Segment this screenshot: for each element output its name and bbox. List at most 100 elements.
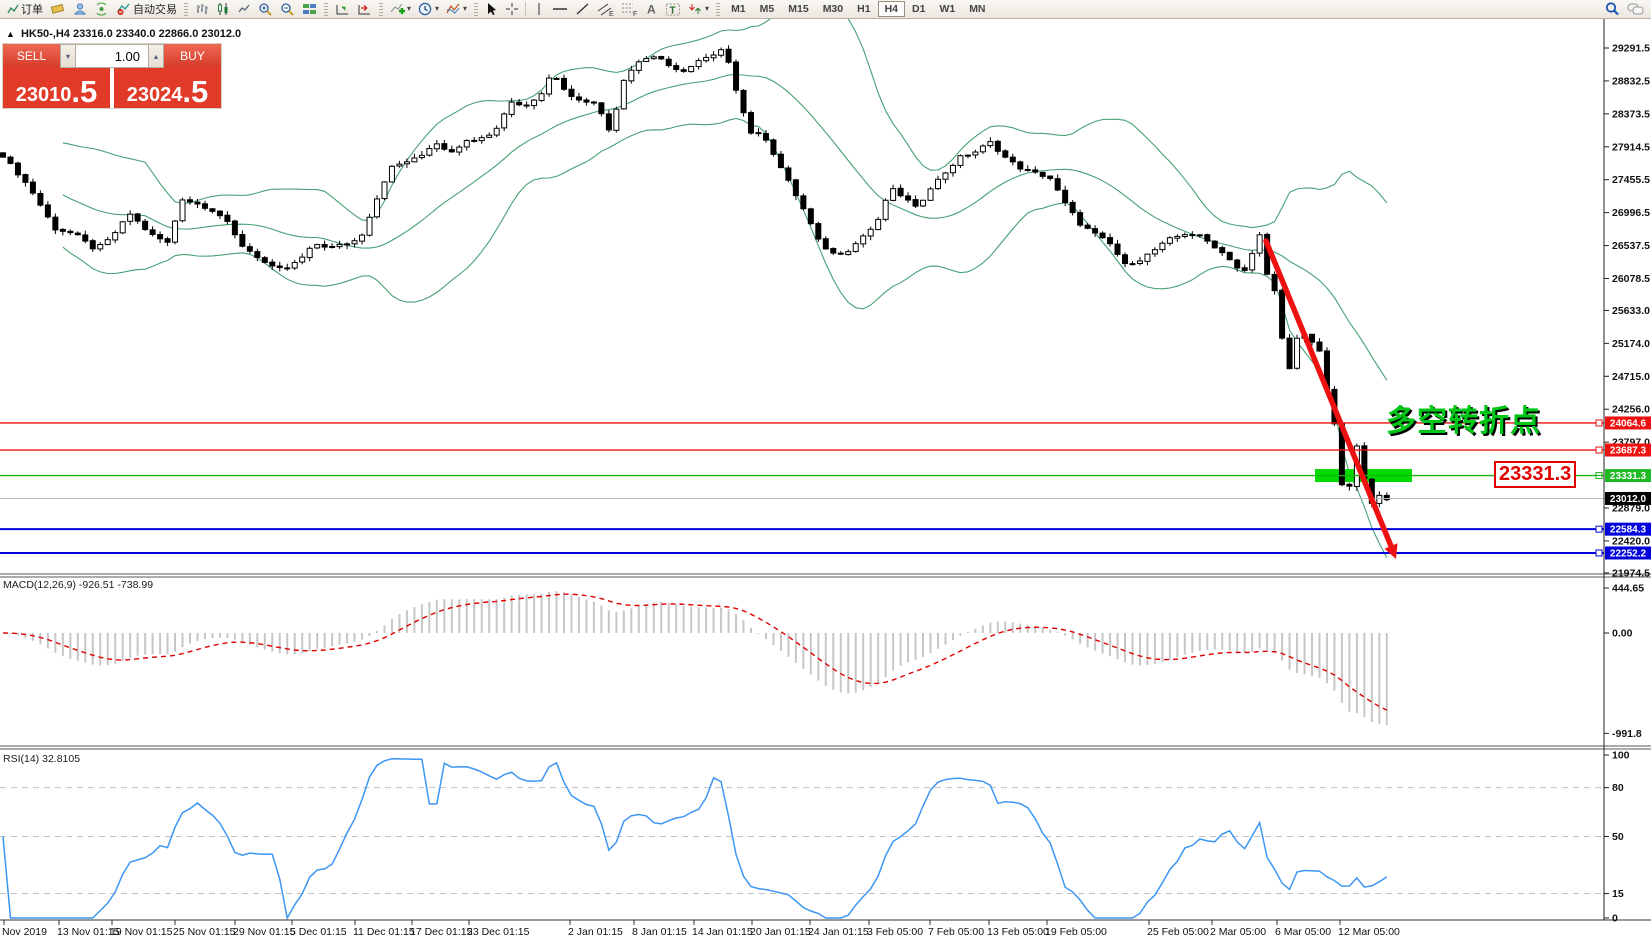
candle-body: [292, 262, 297, 268]
chevron-down-icon[interactable]: ▾: [435, 5, 439, 13]
indicators-add-button[interactable]: ▾: [387, 1, 414, 18]
candle-body: [247, 247, 252, 252]
candle-body: [591, 102, 596, 103]
candle-body: [113, 233, 118, 240]
volume-increase-button[interactable]: ▴: [148, 44, 164, 68]
candle-body: [936, 179, 941, 188]
sell-price[interactable]: 23010 .5: [3, 68, 110, 108]
chart-area[interactable]: 29291.528832.528373.527914.527455.526996…: [0, 0, 1651, 946]
tile-windows-icon[interactable]: [299, 1, 320, 18]
candle-body: [1152, 250, 1157, 254]
candle-body: [1205, 235, 1210, 241]
timeframe-button-h1[interactable]: H1: [850, 1, 877, 17]
candle-body: [315, 245, 320, 248]
candle-body: [1137, 261, 1142, 264]
timeframe-button-m15[interactable]: M15: [781, 1, 815, 17]
candle-body: [621, 80, 626, 108]
bar-chart-icon[interactable]: [192, 1, 212, 18]
time-axis-label: 2 Jan 01:15: [568, 926, 623, 938]
line-chart-icon[interactable]: [234, 1, 254, 18]
candle-body: [1295, 338, 1300, 368]
candle-body: [1160, 243, 1165, 249]
trendline-tool[interactable]: [572, 1, 593, 18]
timeframe-button-m30[interactable]: M30: [816, 1, 850, 17]
level-anchor-square[interactable]: [1596, 447, 1602, 453]
time-axis-label: 11 Dec 01:15: [353, 926, 415, 938]
zoom-in-icon[interactable]: [255, 1, 276, 18]
level-anchor-square[interactable]: [1596, 526, 1602, 532]
candle-body: [861, 236, 866, 244]
vertical-line-tool[interactable]: [529, 1, 548, 18]
sell-button[interactable]: SELL: [3, 44, 60, 68]
level-anchor-square[interactable]: [1596, 420, 1602, 426]
timeframe-button-d1[interactable]: D1: [905, 1, 932, 17]
candle-body: [217, 211, 222, 216]
crosshair-tool[interactable]: [502, 1, 522, 18]
chat-icon[interactable]: [1624, 1, 1648, 18]
volume-input[interactable]: [76, 44, 148, 68]
autotrading-button[interactable]: 自动交易: [113, 1, 180, 18]
level-anchor-square[interactable]: [1596, 550, 1602, 556]
chevron-down-icon[interactable]: ▾: [463, 5, 467, 13]
chevron-down-icon[interactable]: ▾: [407, 5, 411, 13]
autoscroll-icon[interactable]: [332, 1, 353, 18]
candle-body: [726, 49, 731, 62]
rsi-axis-tick-label: 100: [1612, 750, 1630, 762]
candle-body: [1287, 338, 1292, 369]
search-icon[interactable]: [1601, 1, 1623, 18]
macd-label: MACD(12,26,9) -926.51 -738.99: [3, 579, 153, 591]
candle-body: [330, 246, 335, 247]
candle-body: [53, 217, 58, 230]
volume-decrease-button[interactable]: ▾: [60, 44, 76, 68]
candle-body: [584, 100, 589, 102]
cursor-tool[interactable]: [482, 1, 501, 18]
timeframes-clock-button[interactable]: ▾: [415, 1, 442, 18]
text-label-tool[interactable]: T: [662, 1, 684, 18]
community-icon[interactable]: [69, 1, 90, 18]
new-order-button[interactable]: 订单: [3, 1, 46, 18]
price-axis-tick-label: 24715.0: [1612, 371, 1650, 383]
buy-button[interactable]: BUY: [164, 44, 221, 68]
candle-body: [262, 258, 267, 263]
candle-body: [1085, 225, 1090, 228]
rsi-line: [3, 759, 1387, 918]
sell-price-frac: .5: [71, 79, 97, 105]
ticket-icon[interactable]: [47, 1, 68, 18]
arrows-tool[interactable]: ▾: [685, 1, 712, 18]
price-axis-tick-label: 25633.0: [1612, 305, 1650, 317]
zoom-out-icon[interactable]: [277, 1, 298, 18]
toolbar-grip: [324, 3, 328, 16]
fibonacci-tool[interactable]: F: [618, 1, 641, 18]
horizontal-line-tool[interactable]: [549, 1, 571, 18]
candle-body: [360, 235, 365, 241]
timeframe-button-w1[interactable]: W1: [932, 1, 962, 17]
annotation-text[interactable]: 多空转折点: [1386, 396, 1541, 440]
templates-button[interactable]: ▾: [443, 1, 470, 18]
signals-icon[interactable]: [91, 1, 112, 18]
timeframe-button-m1[interactable]: M1: [724, 1, 753, 17]
price-tag-label[interactable]: 23331.3: [1494, 461, 1576, 488]
buy-price[interactable]: 23024 .5: [114, 68, 221, 108]
candle-body: [1242, 268, 1247, 271]
macd-signal-line: [3, 594, 1387, 710]
candle-body: [1280, 290, 1285, 338]
timeframe-button-h4[interactable]: H4: [878, 1, 905, 17]
timeframe-button-mn[interactable]: MN: [962, 1, 992, 17]
candle-body: [1123, 255, 1128, 264]
text-tool[interactable]: A: [642, 1, 661, 18]
chart-shift-icon[interactable]: [354, 1, 375, 18]
candle-body: [1227, 252, 1232, 259]
macd-axis-tick-label: 0.00: [1612, 628, 1633, 640]
price-axis-tick-label: 27455.5: [1612, 174, 1650, 186]
time-axis-label: 12 Mar 05:00: [1338, 926, 1400, 938]
candle-body: [816, 224, 821, 239]
autotrading-icon: [116, 2, 131, 16]
candlestick-chart-icon[interactable]: [213, 1, 233, 18]
chevron-down-icon[interactable]: ▾: [705, 5, 709, 13]
equidistant-channel-tool[interactable]: E: [594, 1, 617, 18]
candle-body: [472, 140, 477, 141]
bollinger-band-line: [63, 75, 1387, 381]
trend-arrow-line[interactable]: [1266, 241, 1391, 546]
timeframe-button-m5[interactable]: M5: [753, 1, 782, 17]
candle-body: [345, 244, 350, 245]
